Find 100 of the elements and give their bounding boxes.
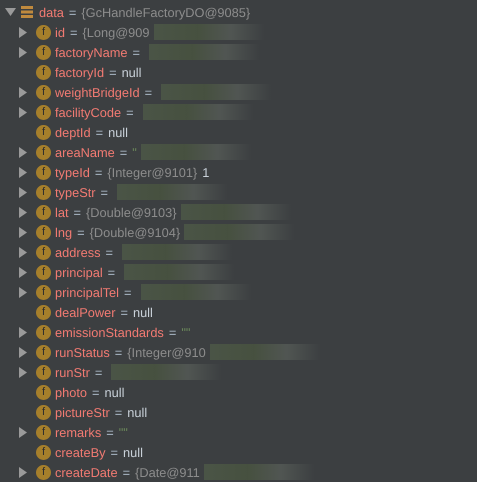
field-icon: f [36, 204, 51, 220]
field-icon: f [36, 284, 51, 300]
field-icon: f [36, 24, 51, 40]
expand-arrow-icon[interactable] [19, 466, 27, 478]
equals-sign: = [122, 464, 130, 480]
field-icon: f [36, 444, 51, 460]
equals-sign: = [114, 404, 122, 420]
field-icon: f [36, 364, 51, 380]
equals-sign: = [92, 384, 100, 400]
field-icon: f [36, 164, 51, 180]
field-name: typeId [55, 164, 90, 180]
equals-sign: = [106, 244, 114, 260]
expand-arrow-icon[interactable] [19, 326, 27, 338]
object-icon [21, 6, 33, 18]
field-value: {Integer@9101} [107, 164, 198, 180]
expand-arrow-icon[interactable] [19, 206, 27, 218]
expand-arrow-icon[interactable] [19, 86, 27, 98]
expand-arrow-icon[interactable] [19, 426, 27, 438]
field-name: createBy [55, 444, 106, 460]
expand-arrow-icon[interactable] [19, 106, 27, 118]
field-name: dealPower [55, 304, 116, 320]
field-name: address [55, 244, 101, 260]
field-icon: f [36, 84, 51, 100]
equals-sign: = [144, 84, 152, 100]
field-value: null [122, 64, 142, 80]
field-icon: f [36, 304, 51, 320]
expand-arrow-icon[interactable] [19, 46, 27, 58]
field-name: principalTel [55, 284, 120, 300]
field-name: deptId [55, 124, 91, 140]
field-icon: f [36, 144, 51, 160]
field-name: lng [55, 224, 72, 240]
field-icon: f [36, 64, 51, 80]
field-name: id [55, 24, 65, 40]
field-name: areaName [55, 144, 115, 160]
variable-value: {GcHandleFactoryDO@9085} [81, 4, 250, 20]
field-icon: f [36, 264, 51, 280]
equals-sign: = [68, 4, 76, 20]
equals-sign: = [110, 444, 118, 460]
field-icon: f [36, 384, 51, 400]
equals-sign: = [70, 24, 78, 40]
field-value: "" [118, 424, 128, 440]
equals-sign: = [77, 224, 85, 240]
expand-arrow-icon[interactable] [19, 286, 27, 298]
expand-arrow-icon[interactable] [19, 346, 27, 358]
equals-sign: = [94, 164, 102, 180]
field-name: lat [55, 204, 69, 220]
field-name: remarks [55, 424, 102, 440]
field-icon: f [36, 424, 51, 440]
expand-arrow-icon[interactable] [19, 166, 27, 178]
equals-sign: = [132, 44, 140, 60]
expand-arrow-icon[interactable] [19, 366, 27, 378]
field-name: typeStr [55, 184, 96, 200]
equals-sign: = [108, 264, 116, 280]
field-value: "" [181, 324, 190, 340]
field-value: {Integer@910 [127, 344, 206, 360]
field-value: null [108, 124, 128, 140]
expand-arrow-icon[interactable] [19, 146, 27, 158]
field-icon: f [36, 344, 51, 360]
field-value: {Double@9104} [90, 224, 180, 240]
expand-arrow-icon[interactable] [19, 266, 27, 278]
field-value: " [132, 144, 137, 160]
equals-sign: = [114, 344, 122, 360]
equals-sign: = [106, 424, 114, 440]
field-name: facilityCode [55, 104, 122, 120]
field-value: {Date@911 [135, 464, 200, 480]
field-name: factoryName [55, 44, 128, 60]
field-name: principal [55, 264, 103, 280]
field-icon: f [36, 44, 51, 60]
field-value: null [104, 384, 124, 400]
field-icon: f [36, 244, 51, 260]
field-icon: f [36, 104, 51, 120]
equals-sign: = [94, 364, 102, 380]
field-name: runStr [55, 364, 90, 380]
field-icon: f [36, 324, 51, 340]
field-value: null [127, 404, 148, 420]
expand-arrow-icon[interactable] [19, 26, 27, 38]
equals-sign: = [126, 104, 134, 120]
field-icon: f [36, 184, 51, 200]
field-value: 1 [202, 164, 210, 180]
equals-sign: = [74, 204, 81, 220]
equals-sign: = [120, 144, 128, 160]
equals-sign: = [124, 284, 132, 300]
equals-sign: = [120, 304, 128, 320]
equals-sign: = [168, 324, 176, 340]
field-name: pictureStr [55, 404, 110, 420]
field-name: createDate [55, 464, 118, 480]
equals-sign: = [96, 124, 104, 140]
field-name: runStatus [55, 344, 110, 360]
field-name: photo [55, 384, 88, 400]
field-name: weightBridgeId [55, 84, 140, 100]
expand-arrow-icon[interactable] [19, 246, 27, 258]
field-icon: f [36, 124, 51, 140]
field-name: emissionStandards [55, 324, 164, 340]
equals-sign: = [100, 184, 108, 200]
field-value: {Long@909 [82, 24, 150, 40]
expand-arrow-icon[interactable] [19, 226, 27, 238]
field-value: {Double@9103} [86, 204, 177, 220]
expand-arrow-icon[interactable] [19, 186, 27, 198]
variable-name: data [39, 4, 64, 20]
collapse-arrow-icon[interactable] [4, 8, 16, 16]
